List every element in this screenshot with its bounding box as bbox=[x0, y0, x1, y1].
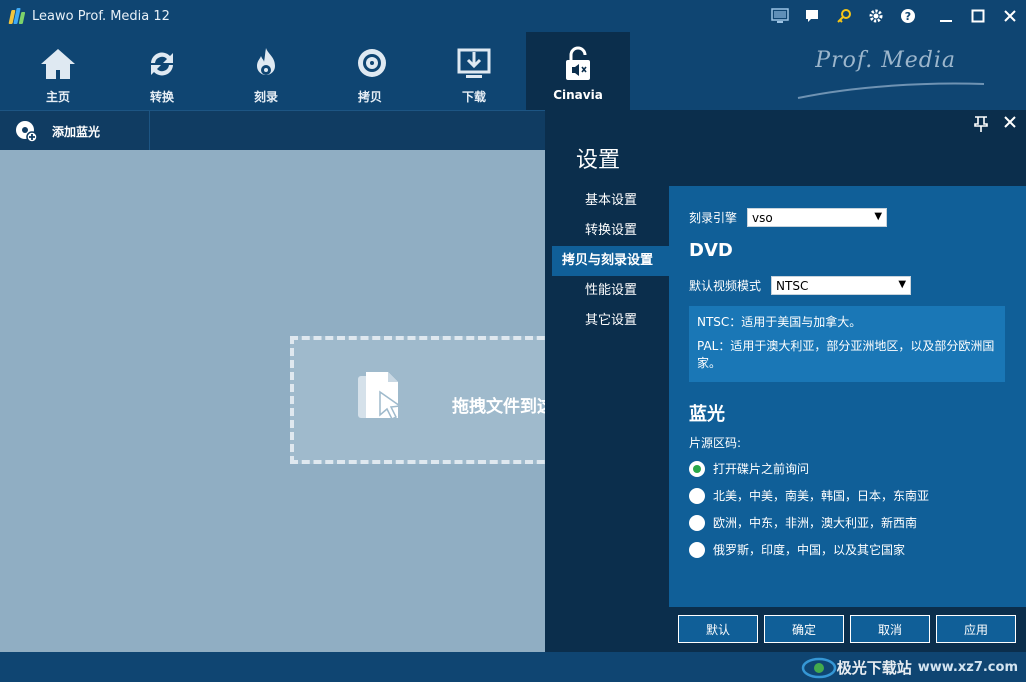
region-label: 片源区码: bbox=[689, 436, 742, 450]
nav-burn-label: 刻录 bbox=[253, 90, 278, 104]
watermark-text: 极光下载站 bbox=[836, 658, 912, 677]
chevron-down-icon: ▼ bbox=[898, 279, 907, 290]
settings-menu-other[interactable]: 其它设置 bbox=[545, 306, 669, 336]
add-bluray-label: 添加蓝光 bbox=[52, 124, 101, 139]
nav-download[interactable]: 下载 bbox=[422, 32, 526, 110]
drop-zone[interactable]: 拖拽文件到这 bbox=[290, 336, 580, 464]
region-option-label: 俄罗斯，印度，中国，以及其它国家 bbox=[713, 543, 906, 557]
settings-body: 刻录引擎 vso ▼ DVD 默认视频模式 NTSC ▼ NTSC：适用于美国与… bbox=[669, 186, 1026, 607]
region-option-c[interactable]: 俄罗斯，印度，中国，以及其它国家 bbox=[689, 541, 905, 558]
brand-logo-text: Prof. Media bbox=[815, 48, 956, 73]
ok-button[interactable]: 确定 bbox=[764, 615, 844, 643]
maximize-icon[interactable] bbox=[962, 0, 994, 32]
minimize-icon[interactable] bbox=[930, 0, 962, 32]
content-area: 拖拽文件到这 bbox=[0, 150, 580, 652]
settings-footer: 默认 确定 取消 应用 bbox=[545, 607, 1026, 652]
settings-panel: 设置 基本设置 转换设置 拷贝与刻录设置 性能设置 其它设置 刻录引擎 vso … bbox=[545, 110, 1026, 652]
settings-menu-performance[interactable]: 性能设置 bbox=[545, 276, 669, 306]
video-mode-info: NTSC：适用于美国与加拿大。 PAL：适用于澳大利亚，部分亚洲地区，以及部分欧… bbox=[689, 306, 1005, 382]
burn-engine-row: 刻录引擎 vso ▼ bbox=[689, 208, 888, 227]
brand-swoosh-icon bbox=[797, 82, 985, 99]
nav-burn[interactable]: 刻录 bbox=[214, 32, 318, 110]
add-disc-icon bbox=[16, 121, 38, 143]
watermark-site: www.xz7.com bbox=[917, 659, 1018, 675]
app-logo-icon bbox=[8, 8, 26, 24]
pal-info-text: PAL：适用于澳大利亚，部分亚洲地区，以及部分欧洲国家。 bbox=[697, 339, 995, 370]
nav-convert[interactable]: 转换 bbox=[110, 32, 214, 110]
pin-icon[interactable] bbox=[974, 116, 988, 132]
settings-title: 设置 bbox=[576, 148, 621, 173]
svg-text:?: ? bbox=[905, 10, 911, 23]
nav-home[interactable]: 主页 bbox=[6, 32, 110, 110]
radio-checked bbox=[689, 460, 705, 477]
screen-icon[interactable] bbox=[764, 0, 796, 32]
region-option-a[interactable]: 北美，中美，南美，韩国，日本，东南亚 bbox=[689, 487, 929, 504]
radio-unchecked bbox=[689, 541, 705, 558]
nav-convert-label: 转换 bbox=[149, 90, 174, 104]
bluray-section-title: 蓝光 bbox=[689, 404, 725, 425]
add-bluray-button[interactable]: 添加蓝光 bbox=[0, 111, 150, 151]
region-option-label: 北美，中美，南美，韩国，日本，东南亚 bbox=[713, 489, 930, 503]
default-button[interactable]: 默认 bbox=[678, 615, 758, 643]
home-icon bbox=[38, 44, 78, 84]
video-mode-select[interactable]: NTSC ▼ bbox=[771, 276, 912, 295]
burn-icon bbox=[246, 44, 286, 84]
settings-close-icon[interactable] bbox=[1002, 114, 1018, 130]
download-icon bbox=[454, 44, 494, 84]
nav-copy[interactable]: 拷贝 bbox=[318, 32, 422, 110]
settings-menu-basic[interactable]: 基本设置 bbox=[545, 186, 669, 216]
close-icon[interactable] bbox=[994, 0, 1026, 32]
chat-icon[interactable] bbox=[796, 0, 828, 32]
gear-icon[interactable] bbox=[860, 0, 892, 32]
ntsc-info-text: NTSC：适用于美国与加拿大。 bbox=[697, 315, 862, 329]
settings-menu-copy-burn[interactable]: 拷贝与刻录设置 bbox=[552, 246, 669, 276]
cancel-button[interactable]: 取消 bbox=[850, 615, 930, 643]
nav-copy-label: 拷贝 bbox=[357, 90, 382, 104]
convert-icon bbox=[142, 44, 182, 84]
radio-unchecked bbox=[689, 487, 705, 504]
region-option-b[interactable]: 欧洲，中东，非洲，澳大利亚，新西南 bbox=[689, 514, 917, 531]
radio-unchecked bbox=[689, 514, 705, 531]
watermark-logo-icon bbox=[801, 657, 836, 679]
drag-file-icon bbox=[358, 372, 403, 421]
settings-header: 设置 bbox=[545, 110, 1026, 186]
apply-button[interactable]: 应用 bbox=[936, 615, 1016, 643]
title-bar: Leawo Prof. Media 12 ? bbox=[0, 0, 1026, 32]
video-mode-value: NTSC bbox=[776, 278, 809, 293]
status-bar: 极光下载站 www.xz7.com bbox=[0, 652, 1026, 682]
drop-text: 拖拽文件到这 bbox=[452, 397, 554, 417]
region-option-label: 打开碟片之前询问 bbox=[713, 462, 810, 476]
region-option-label: 欧洲，中东，非洲，澳大利亚，新西南 bbox=[713, 516, 918, 530]
burn-engine-select[interactable]: vso ▼ bbox=[747, 208, 888, 227]
nav-cinavia-label: Cinavia bbox=[553, 88, 603, 102]
chevron-down-icon: ▼ bbox=[874, 211, 883, 222]
video-mode-label: 默认视频模式 bbox=[689, 279, 762, 293]
burn-engine-label: 刻录引擎 bbox=[689, 211, 738, 225]
copy-disc-icon bbox=[350, 44, 390, 84]
watermark: 极光下载站 www.xz7.com bbox=[801, 654, 1018, 680]
burn-engine-value: vso bbox=[752, 210, 773, 225]
help-icon[interactable]: ? bbox=[892, 0, 924, 32]
video-mode-row: 默认视频模式 NTSC ▼ bbox=[689, 276, 912, 295]
toolbar: 添加蓝光 bbox=[0, 110, 545, 151]
nav-download-label: 下载 bbox=[461, 90, 486, 104]
app-title: Leawo Prof. Media 12 bbox=[32, 8, 170, 24]
nav-home-label: 主页 bbox=[45, 90, 70, 104]
key-icon[interactable] bbox=[828, 0, 860, 32]
settings-menu-convert[interactable]: 转换设置 bbox=[545, 216, 669, 246]
cinavia-lock-icon bbox=[558, 44, 598, 84]
nav-cinavia[interactable]: Cinavia bbox=[526, 32, 630, 110]
region-option-ask[interactable]: 打开碟片之前询问 bbox=[689, 460, 809, 477]
settings-menu: 基本设置 转换设置 拷贝与刻录设置 性能设置 其它设置 bbox=[545, 186, 669, 336]
main-nav: 主页 转换 刻录 拷贝 下载 Cinavia Prof. Media bbox=[0, 32, 1026, 110]
dvd-section-title: DVD bbox=[689, 240, 733, 261]
